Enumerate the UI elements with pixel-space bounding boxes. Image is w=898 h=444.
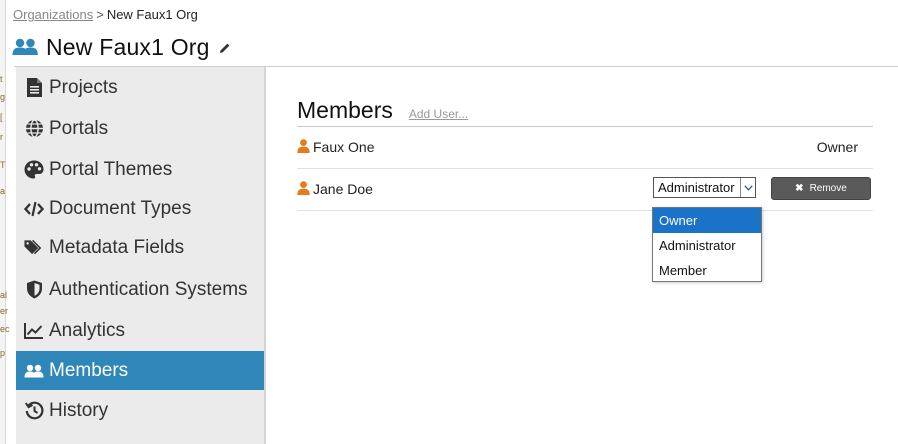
window-edge-strip: t g [ r T a al er ec p [0, 0, 10, 444]
remove-button-label: Remove [809, 183, 847, 194]
member-name: Faux One [313, 139, 375, 155]
user-icon [297, 181, 310, 195]
shield-icon [24, 280, 44, 300]
sidebar-item-members[interactable]: Members [16, 351, 264, 390]
code-icon [24, 199, 44, 219]
sidebar-item-analytics[interactable]: Analytics [16, 311, 264, 350]
member-row: Jane Doe Administrator ✖ Remove [297, 169, 873, 211]
file-icon [24, 78, 44, 98]
sidebar-item-document-types[interactable]: Document Types [16, 189, 264, 228]
members-heading: Members [297, 97, 393, 123]
users-icon [24, 361, 44, 381]
role-option-administrator[interactable]: Administrator [653, 233, 761, 258]
member-name: Jane Doe [313, 181, 373, 197]
palette-icon [24, 160, 44, 180]
members-panel: Members Add User... Faux One Owner Jane … [297, 95, 873, 211]
sidebar-item-label: Projects [49, 76, 118, 98]
close-icon: ✖ [795, 183, 804, 194]
sidebar-item-label: Portals [49, 117, 109, 139]
globe-icon [24, 119, 44, 139]
breadcrumb-current: New Faux1 Org [106, 7, 198, 22]
remove-member-button[interactable]: ✖ Remove [771, 177, 871, 200]
history-icon [24, 401, 44, 421]
add-user-link[interactable]: Add User... [409, 107, 468, 121]
sidebar-item-history[interactable]: History [16, 391, 264, 430]
page-title-text: New Faux1 Org [46, 33, 210, 60]
sidebar-item-label: Metadata Fields [49, 236, 185, 258]
sidebar-item-portals[interactable]: Portals [16, 109, 264, 148]
sidebar-item-metadata-fields[interactable]: Metadata Fields [16, 228, 264, 267]
breadcrumb-separator: > [96, 7, 104, 22]
member-role: Owner [816, 139, 858, 155]
role-select[interactable]: Administrator [653, 177, 756, 198]
breadcrumb-organizations-link[interactable]: Organizations [13, 7, 93, 22]
users-icon [12, 38, 38, 56]
pencil-icon[interactable] [219, 41, 231, 53]
sidebar-item-label: Members [49, 359, 129, 381]
sidebar-item-label: Authentication Systems [49, 278, 248, 300]
role-option-owner[interactable]: Owner [653, 208, 761, 233]
user-icon [297, 139, 310, 153]
sidebar-item-label: History [49, 399, 109, 421]
sidebar-item-projects[interactable]: Projects [16, 68, 264, 107]
role-select-value: Administrator [658, 180, 735, 195]
page-title: New Faux1 Org [12, 32, 231, 62]
role-option-member[interactable]: Member [653, 258, 761, 283]
chart-line-icon [24, 321, 44, 341]
chevron-down-icon[interactable] [740, 178, 755, 197]
members-header: Members Add User... [297, 95, 873, 127]
tags-icon [24, 238, 44, 258]
sidebar: Projects Portals Portal Themes Document … [16, 67, 266, 444]
role-dropdown-menu: Owner Administrator Member [652, 207, 762, 282]
member-row: Faux One Owner [297, 127, 873, 169]
sidebar-item-label: Portal Themes [49, 158, 173, 180]
breadcrumb: Organizations > New Faux1 Org [13, 7, 198, 22]
sidebar-item-authentication-systems[interactable]: Authentication Systems [16, 270, 264, 309]
sidebar-item-label: Analytics [49, 319, 126, 341]
sidebar-item-portal-themes[interactable]: Portal Themes [16, 150, 264, 189]
sidebar-item-label: Document Types [49, 197, 192, 219]
